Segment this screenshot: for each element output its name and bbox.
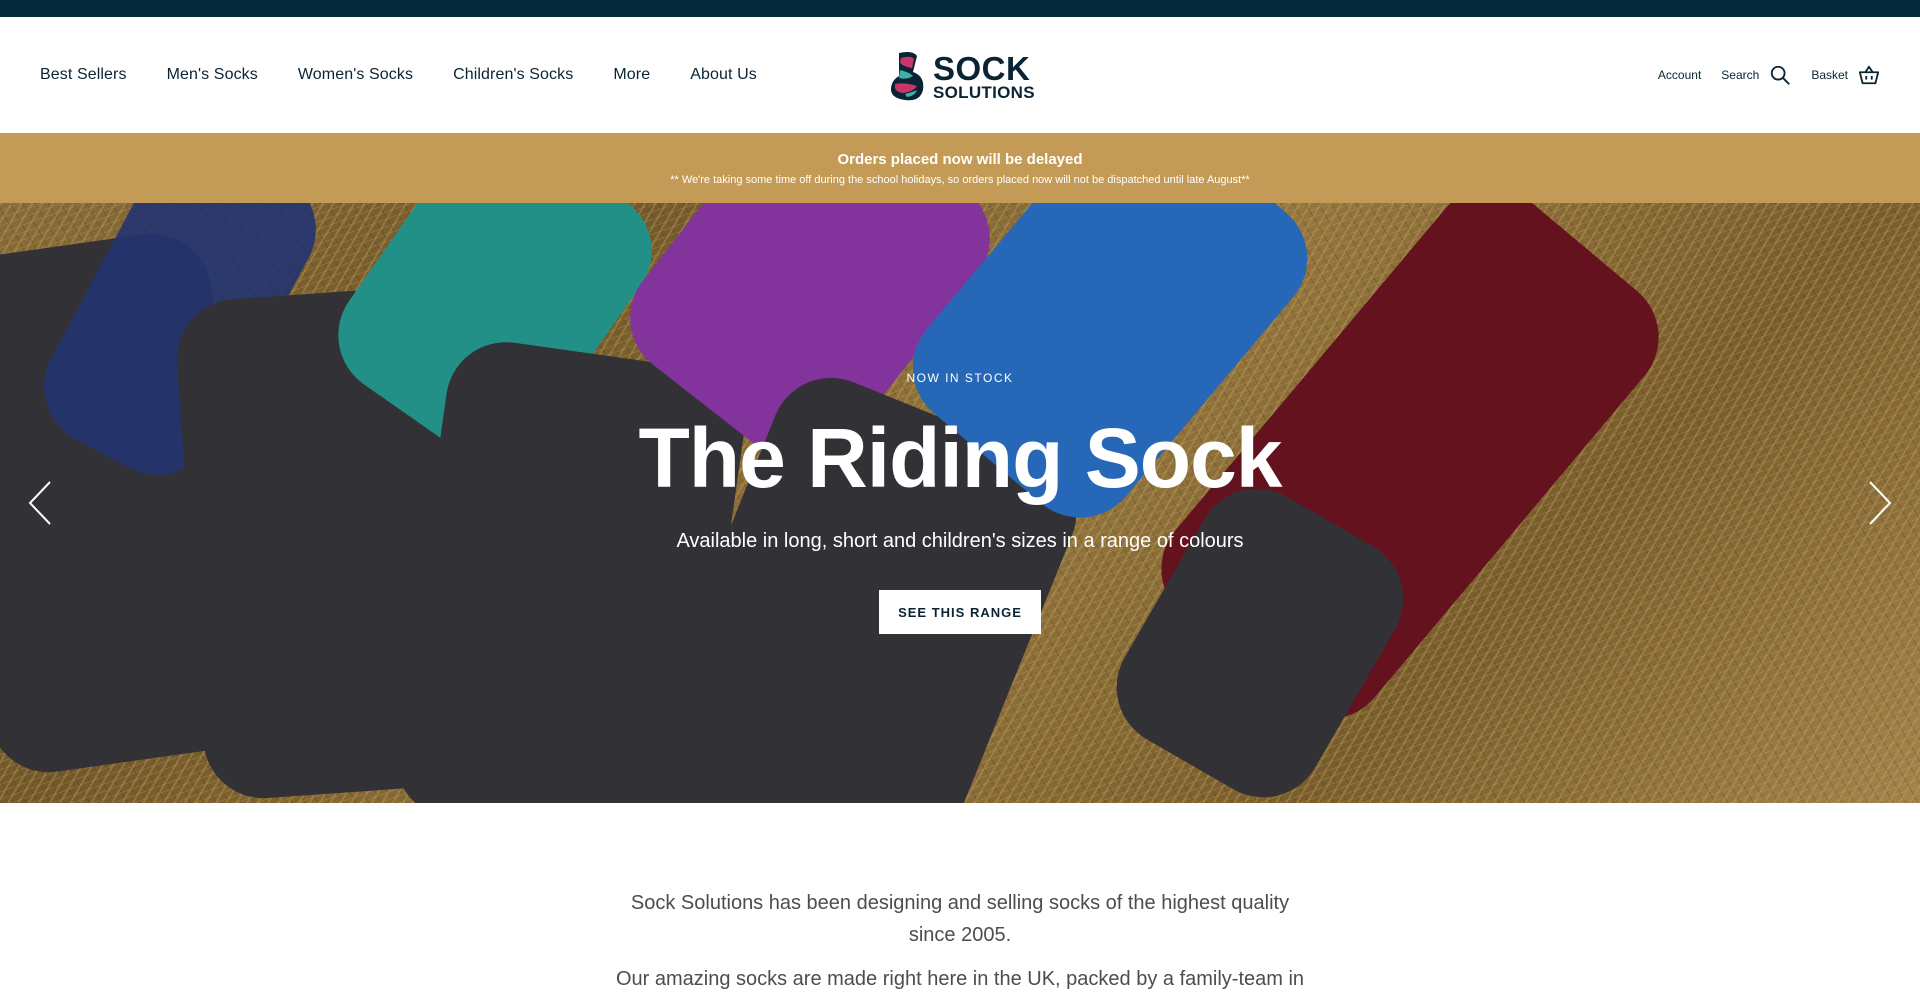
basket-label: Basket [1811,68,1848,82]
nav-childrens-socks[interactable]: Children's Socks [453,66,573,84]
hero-subtitle: Available in long, short and children's … [676,530,1244,552]
nav-best-sellers[interactable]: Best Sellers [40,66,127,84]
logo-wordmark: SOCK SOLUTIONS [933,52,1035,101]
nav-about-us[interactable]: About Us [690,66,757,84]
site-header: Best Sellers Men's Socks Women's Socks C… [0,17,1920,133]
next-slide-arrow-icon[interactable] [1864,478,1894,528]
hero-title: The Riding Sock [638,411,1282,505]
search-label: Search [1721,68,1760,82]
notice-title: Orders placed now will be delayed [837,150,1083,168]
notice-message: ** We're taking some time off during the… [670,173,1250,186]
hero-slideshow: NOW IN STOCK The Riding Sock Available i… [0,203,1920,803]
search-icon [1771,65,1791,85]
see-this-range-button[interactable]: SEE THIS RANGE [879,590,1041,634]
basket-icon [1858,65,1880,85]
site-logo[interactable]: SOCK SOLUTIONS [887,49,1037,103]
search-button[interactable]: Search [1721,64,1791,86]
logo-line-2: SOLUTIONS [933,82,1035,102]
logo-line-1: SOCK [933,49,1031,87]
intro-section: Sock Solutions has been designing and se… [0,887,1920,993]
utility-nav: Account Search Basket [1658,17,1880,133]
intro-paragraph-1: Sock Solutions has been designing and se… [630,892,1290,946]
hero-kicker: NOW IN STOCK [906,371,1014,385]
account-label: Account [1657,68,1702,82]
nav-more[interactable]: More [613,66,650,84]
previous-slide-arrow-icon[interactable] [26,478,56,528]
main-nav: Best Sellers Men's Socks Women's Socks C… [40,66,797,84]
delivery-notice-banner: Orders placed now will be delayed ** We'… [0,133,1920,203]
top-bar [0,0,1920,17]
nav-mens-socks[interactable]: Men's Socks [167,66,258,84]
intro-paragraph-2: Our amazing socks are made right here in… [615,968,1305,990]
basket-button[interactable]: Basket [1811,64,1880,86]
account-link[interactable]: Account [1658,68,1701,82]
hero-content: NOW IN STOCK The Riding Sock Available i… [0,203,1920,803]
sock-logo-icon [890,52,924,101]
nav-womens-socks[interactable]: Women's Socks [298,66,413,84]
